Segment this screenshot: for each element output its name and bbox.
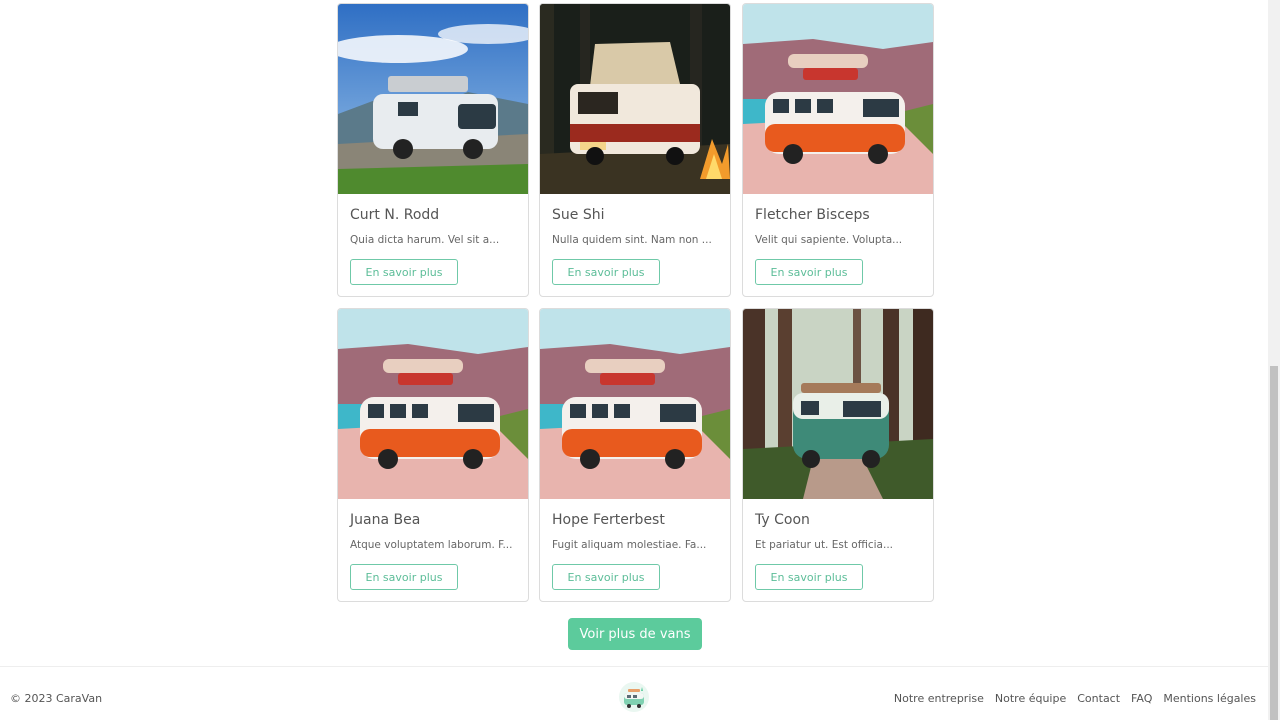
see-more-vans-button[interactable]: Voir plus de vans: [568, 618, 702, 650]
footer-link-team[interactable]: Notre équipe: [995, 692, 1066, 705]
van-image[interactable]: [338, 309, 528, 499]
learn-more-button[interactable]: En savoir plus: [755, 564, 863, 590]
van-description: Quia dicta harum. Vel sit a...: [350, 234, 500, 246]
van-image[interactable]: [743, 4, 933, 194]
van-description: Fugit aliquam molestiae. Fa...: [552, 539, 707, 551]
van-image[interactable]: [338, 4, 528, 194]
page: Curt N. Rodd Quia dicta harum. Vel sit a…: [0, 0, 1268, 720]
van-description: Atque voluptatem laborum. F...: [350, 539, 513, 551]
learn-more-button[interactable]: En savoir plus: [552, 259, 660, 285]
vertical-scrollbar[interactable]: [1268, 0, 1280, 720]
van-description: Et pariatur ut. Est officia...: [755, 539, 894, 551]
caravan-logo-icon[interactable]: [616, 681, 652, 713]
van-image[interactable]: [540, 309, 730, 499]
van-name: Fletcher Bisceps: [755, 207, 870, 223]
van-name: Juana Bea: [350, 512, 421, 528]
learn-more-button[interactable]: En savoir plus: [552, 564, 660, 590]
learn-more-button[interactable]: En savoir plus: [350, 259, 458, 285]
learn-more-button[interactable]: En savoir plus: [755, 259, 863, 285]
footer: © 2023 CaraVan Notre entreprise Notre éq…: [0, 666, 1268, 720]
van-image[interactable]: [743, 309, 933, 499]
van-name: Hope Ferterbest: [552, 512, 665, 528]
footer-links: Notre entreprise Notre équipe Contact FA…: [894, 692, 1256, 705]
van-image[interactable]: [540, 4, 730, 194]
van-name: Curt N. Rodd: [350, 207, 440, 223]
van-description: Velit qui sapiente. Volupta...: [755, 234, 903, 246]
learn-more-button[interactable]: En savoir plus: [350, 564, 458, 590]
van-card: Juana Bea Atque voluptatem laborum. F...…: [337, 308, 529, 602]
van-card: Hope Ferterbest Fugit aliquam molestiae.…: [539, 308, 731, 602]
footer-link-legal[interactable]: Mentions légales: [1163, 692, 1256, 705]
footer-link-faq[interactable]: FAQ: [1131, 692, 1152, 705]
van-name: Sue Shi: [552, 207, 605, 223]
footer-link-company[interactable]: Notre entreprise: [894, 692, 984, 705]
van-card: Sue Shi Nulla quidem sint. Nam non ... E…: [539, 3, 731, 297]
van-card: Fletcher Bisceps Velit qui sapiente. Vol…: [742, 3, 934, 297]
van-card: Curt N. Rodd Quia dicta harum. Vel sit a…: [337, 3, 529, 297]
scrollbar-thumb[interactable]: [1270, 366, 1278, 720]
footer-link-contact[interactable]: Contact: [1077, 692, 1120, 705]
van-description: Nulla quidem sint. Nam non ...: [552, 234, 712, 246]
copyright: © 2023 CaraVan: [10, 692, 103, 705]
van-name: Ty Coon: [755, 512, 810, 528]
van-card: Ty Coon Et pariatur ut. Est officia... E…: [742, 308, 934, 602]
